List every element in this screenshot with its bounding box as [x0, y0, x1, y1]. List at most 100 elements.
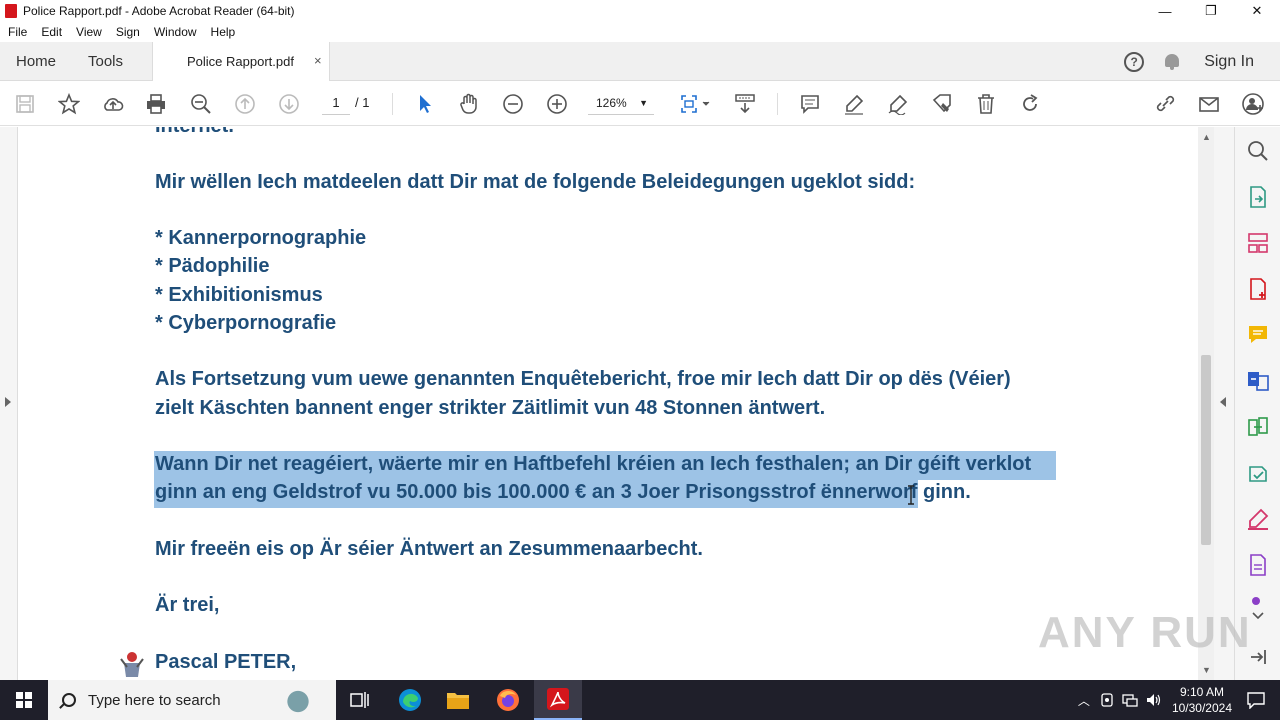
clock-date: 10/30/2024 — [1171, 701, 1232, 715]
organize-pages-icon[interactable] — [1246, 231, 1270, 255]
taskbar-search-box[interactable]: Type here to search — [48, 680, 336, 720]
taskbar-clock[interactable]: 9:10 AM 10/30/2024 — [1172, 684, 1232, 716]
close-window-button[interactable]: ✕ — [1234, 0, 1280, 22]
hand-tool-icon[interactable] — [457, 92, 481, 116]
comment-icon[interactable] — [798, 92, 822, 116]
doc-line: Är trei, — [155, 594, 220, 616]
network-icon[interactable] — [1122, 693, 1138, 707]
collapse-right-arrow-icon — [1220, 397, 1226, 407]
task-view-icon — [350, 692, 369, 708]
delete-trash-icon[interactable] — [974, 92, 998, 116]
menu-edit[interactable]: Edit — [41, 25, 62, 39]
search-placeholder: Type here to search — [88, 691, 221, 709]
menu-file[interactable]: File — [8, 25, 27, 39]
search-icon — [62, 693, 76, 707]
chevron-down-icon: ▼ — [639, 98, 648, 108]
zoom-tool-icon[interactable] — [1246, 139, 1270, 163]
menu-bar: File Edit View Sign Window Help — [0, 22, 1280, 42]
add-user-icon[interactable] — [1241, 92, 1265, 116]
tray-chevron-up-icon[interactable]: ︿ — [1078, 692, 1090, 709]
windows-logo-icon — [16, 692, 32, 708]
search-highlight-mascot-icon — [278, 685, 318, 715]
doc-line: Mir wëllen Iech matdeelen datt Dir mat d… — [155, 171, 916, 193]
window-title: Police Rapport.pdf - Adobe Acrobat Reade… — [23, 4, 295, 18]
zoom-level-value: 126% — [596, 96, 627, 110]
title-bar: Police Rapport.pdf - Adobe Acrobat Reade… — [0, 0, 1280, 22]
menu-view[interactable]: View — [76, 25, 102, 39]
zoom-in-icon[interactable] — [545, 92, 569, 116]
menu-help[interactable]: Help — [211, 25, 236, 39]
tray-device-icon[interactable] — [1100, 693, 1114, 707]
expand-left-arrow-icon — [5, 397, 11, 407]
taskbar-firefox[interactable] — [484, 680, 532, 720]
task-view-button[interactable] — [336, 680, 384, 720]
fit-page-icon[interactable] — [678, 92, 712, 116]
upload-cloud-icon[interactable] — [101, 92, 125, 116]
tab-bar: Home Tools Police Rapport.pdf × ? Sign I… — [0, 42, 1280, 82]
toolbar-divider — [392, 93, 393, 115]
taskbar-acrobat[interactable] — [534, 680, 582, 720]
notifications-icon[interactable] — [1246, 691, 1266, 709]
share-link-icon[interactable] — [1153, 92, 1177, 116]
doc-line: Internet. — [155, 127, 234, 138]
email-icon[interactable] — [1197, 92, 1221, 116]
tab-close-icon[interactable]: × — [314, 53, 322, 68]
document-viewport[interactable]: Internet. Mir wëllen Iech matdeelen datt… — [0, 127, 1234, 680]
right-pane-toggle[interactable] — [1214, 127, 1234, 680]
stamp-figure-icon — [120, 652, 144, 677]
start-button[interactable] — [0, 680, 48, 720]
zoom-search-icon[interactable] — [189, 92, 213, 116]
menu-sign[interactable]: Sign — [116, 25, 140, 39]
tab-document-label: Police Rapport.pdf — [187, 54, 294, 69]
zoom-level-select[interactable]: 126% ▼ — [588, 91, 654, 115]
scroll-mode-icon[interactable] — [733, 92, 757, 116]
export-pdf-icon[interactable] — [1246, 185, 1270, 209]
save-icon[interactable] — [13, 92, 37, 116]
doc-line-selected[interactable]: Wann Dir net reagéiert, wäerte mir en Ha… — [155, 453, 1031, 476]
page-number-input[interactable]: 1 — [322, 91, 350, 115]
windows-taskbar: Type here to search ︿ 9:10 AM 10/30/2024 — [0, 680, 1280, 720]
tab-home[interactable]: Home — [16, 53, 56, 70]
next-page-icon[interactable] — [277, 92, 301, 116]
edit-tag-icon[interactable] — [930, 92, 954, 116]
maximize-button[interactable]: ❐ — [1188, 0, 1234, 22]
previous-page-icon[interactable] — [233, 92, 257, 116]
taskbar-file-explorer[interactable] — [434, 680, 482, 720]
help-icon[interactable]: ? — [1124, 51, 1145, 72]
bookmark-star-icon[interactable] — [57, 92, 81, 116]
menu-window[interactable]: Window — [154, 25, 197, 39]
sign-in-button[interactable]: Sign In — [1204, 53, 1254, 71]
taskbar-edge[interactable] — [386, 680, 434, 720]
folder-icon — [447, 693, 469, 709]
scroll-up-arrow-icon[interactable]: ▲ — [1202, 132, 1211, 142]
tab-tools[interactable]: Tools — [88, 53, 123, 70]
minimize-button[interactable]: — — [1142, 0, 1188, 22]
scrollbar-thumb[interactable] — [1201, 355, 1211, 545]
print-icon[interactable] — [144, 92, 168, 116]
highlight-pen-icon[interactable] — [842, 92, 866, 116]
main-toolbar: 1 / 1 126% ▼ — [0, 81, 1280, 126]
volume-icon[interactable] — [1146, 693, 1162, 707]
vertical-scrollbar[interactable]: ▲ ▼ — [1198, 127, 1214, 680]
scan-ocr-icon[interactable] — [1246, 461, 1270, 485]
scroll-down-arrow-icon[interactable]: ▼ — [1202, 665, 1211, 675]
create-pdf-icon[interactable] — [1246, 277, 1270, 301]
convert-pdf-icon[interactable] — [1246, 369, 1270, 393]
protect-pdf-icon[interactable] — [1246, 553, 1270, 577]
draw-sign-icon[interactable] — [886, 92, 910, 116]
acrobat-app-icon — [5, 4, 17, 18]
left-pane-toggle[interactable] — [0, 127, 18, 680]
notification-bell-icon[interactable] — [1164, 53, 1180, 71]
doc-line-selected[interactable]: ginn an eng Geldstrof vu 50.000 bis 100.… — [155, 481, 971, 504]
tab-document[interactable]: Police Rapport.pdf × — [152, 42, 330, 82]
page-count: / 1 — [355, 95, 370, 110]
zoom-out-icon[interactable] — [501, 92, 525, 116]
comment-tool-icon[interactable] — [1246, 323, 1270, 347]
select-cursor-icon[interactable] — [413, 92, 437, 116]
rotate-icon[interactable] — [1018, 92, 1042, 116]
fill-sign-icon[interactable] — [1246, 507, 1270, 531]
acrobat-taskbar-icon — [547, 688, 569, 710]
clock-time: 9:10 AM — [1179, 685, 1224, 699]
firefox-icon — [497, 689, 519, 711]
compare-files-icon[interactable] — [1246, 415, 1270, 439]
